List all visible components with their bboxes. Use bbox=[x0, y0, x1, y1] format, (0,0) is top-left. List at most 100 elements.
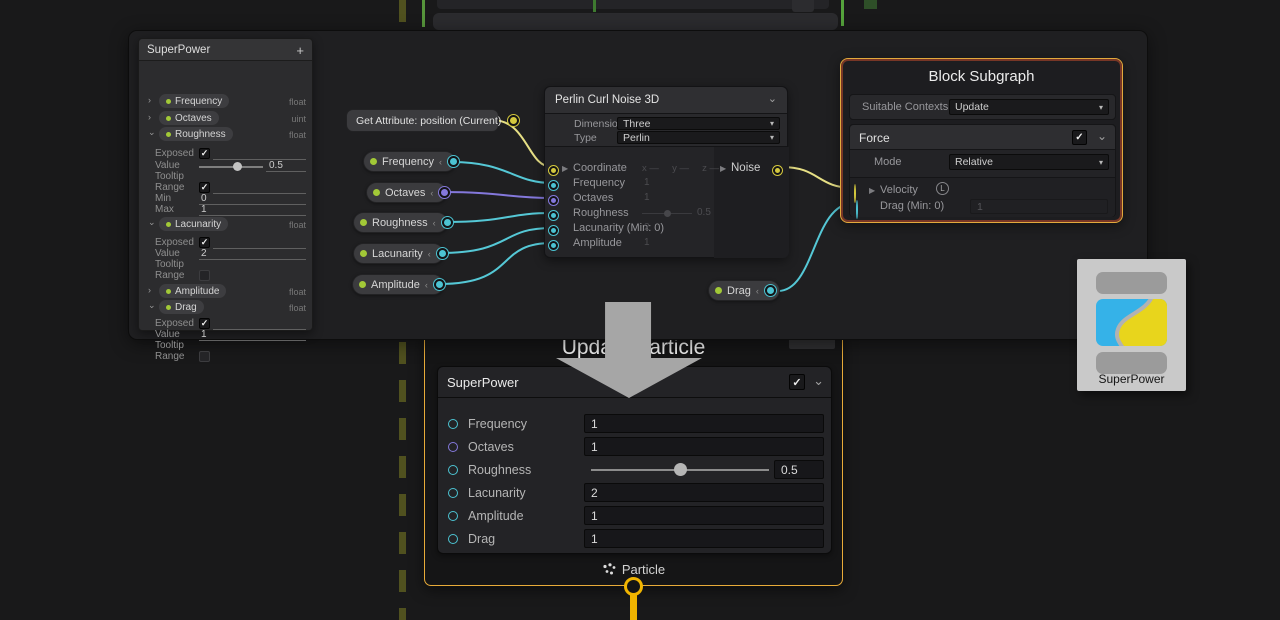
property-pill-octaves[interactable]: Octaves bbox=[159, 111, 219, 125]
field-underline bbox=[199, 203, 306, 205]
amplitude-input[interactable]: 1 bbox=[584, 506, 824, 525]
value-slider-track[interactable] bbox=[199, 166, 263, 168]
noise-output-port[interactable] bbox=[772, 165, 783, 176]
block-enabled-checkbox[interactable]: ✓ bbox=[789, 374, 805, 390]
collapse-icon[interactable]: ‹ bbox=[430, 188, 433, 198]
value-slider-knob[interactable] bbox=[233, 162, 242, 171]
context-footer-label: Particle bbox=[622, 562, 665, 577]
param-output-port[interactable] bbox=[436, 247, 449, 260]
mode-dropdown[interactable]: Relative ▾ bbox=[949, 154, 1109, 170]
range-checkbox[interactable]: ✓ bbox=[199, 182, 210, 193]
collapse-icon[interactable]: ‹ bbox=[428, 249, 431, 259]
collapse-icon[interactable]: ‹ bbox=[433, 218, 436, 228]
param-output-port[interactable] bbox=[764, 284, 777, 297]
param-output-port[interactable] bbox=[433, 278, 446, 291]
blackboard-header: SuperPower + bbox=[139, 39, 312, 61]
block-row: Drag 1 bbox=[438, 528, 831, 551]
exposed-checkbox[interactable]: ✓ bbox=[199, 148, 210, 159]
exposed-checkbox[interactable]: ✓ bbox=[199, 237, 210, 248]
port-amplitude[interactable] bbox=[448, 511, 458, 521]
range-checkbox[interactable] bbox=[199, 351, 210, 362]
field-label: Range bbox=[155, 270, 184, 281]
exposed-dot-icon bbox=[360, 250, 367, 257]
lacunarity-input-port[interactable] bbox=[548, 225, 559, 236]
chevron-right-icon[interactable]: › bbox=[148, 285, 151, 295]
chevron-down-icon[interactable]: ⌄ bbox=[813, 373, 824, 389]
node-header[interactable]: Perlin Curl Noise 3D ⌄ bbox=[545, 87, 787, 114]
roughness-input[interactable]: 0.5 bbox=[774, 460, 824, 479]
expand-arrow-icon[interactable]: ▶ bbox=[869, 186, 875, 195]
type-dropdown[interactable]: Perlin ▾ bbox=[617, 131, 780, 144]
port-lacunarity[interactable] bbox=[448, 488, 458, 498]
get-attribute-node[interactable]: Get Attribute: position (Current) bbox=[346, 109, 499, 132]
drag-input[interactable]: 1 bbox=[584, 529, 824, 548]
perlin-curl-noise-node[interactable]: Perlin Curl Noise 3D ⌄ Dimensions Three … bbox=[544, 86, 788, 258]
exposed-checkbox[interactable]: ✓ bbox=[199, 318, 210, 329]
collapse-icon[interactable]: ‹ bbox=[425, 280, 428, 290]
param-node-frequency[interactable]: Frequency ‹ bbox=[363, 151, 456, 172]
frequency-input[interactable]: 1 bbox=[584, 414, 824, 433]
param-node-lacunarity[interactable]: Lacunarity ‹ bbox=[353, 243, 444, 264]
param-node-drag[interactable]: Drag ‹ bbox=[708, 280, 780, 301]
collapse-icon[interactable]: ‹ bbox=[756, 286, 759, 296]
expand-arrow-icon[interactable]: ▶ bbox=[562, 164, 568, 173]
roughness-slider-knob[interactable] bbox=[674, 463, 687, 476]
force-enabled-checkbox[interactable]: ✓ bbox=[1072, 130, 1087, 145]
row-label: Octaves bbox=[468, 440, 514, 454]
property-type: uint bbox=[291, 114, 306, 124]
block-subgraph-context[interactable]: Block Subgraph Suitable Contexts Update … bbox=[840, 58, 1123, 223]
property-pill-frequency[interactable]: Frequency bbox=[159, 94, 229, 108]
octaves-input[interactable]: 1 bbox=[584, 437, 824, 456]
port-octaves[interactable] bbox=[448, 442, 458, 452]
chevron-right-icon[interactable]: › bbox=[148, 95, 151, 105]
field-label: Tooltip bbox=[155, 340, 184, 351]
port-drag[interactable] bbox=[448, 534, 458, 544]
octaves-input-port[interactable] bbox=[548, 195, 559, 206]
dropdown-arrow-icon: ▾ bbox=[770, 133, 774, 142]
exposed-dot-icon bbox=[166, 99, 171, 104]
frequency-input-port[interactable] bbox=[548, 180, 559, 191]
add-property-button[interactable]: + bbox=[296, 43, 304, 58]
chevron-right-icon[interactable]: › bbox=[148, 112, 151, 122]
amplitude-input-port[interactable] bbox=[548, 240, 559, 251]
chevron-down-icon[interactable]: ⌄ bbox=[148, 217, 156, 228]
collapse-icon[interactable]: ‹ bbox=[439, 157, 442, 167]
superpower-asset-tile[interactable]: SuperPower bbox=[1077, 259, 1186, 391]
param-node-octaves[interactable]: Octaves ‹ bbox=[366, 182, 447, 203]
exposed-dot-icon bbox=[359, 281, 366, 288]
suitable-contexts-dropdown[interactable]: Update ▾ bbox=[949, 99, 1109, 115]
subgraph-asset-icon bbox=[1096, 299, 1167, 346]
background-node-bar bbox=[437, 0, 829, 9]
chevron-down-icon[interactable]: ⌄ bbox=[768, 92, 777, 105]
row-label: Amplitude bbox=[468, 509, 524, 523]
input-label: Coordinate bbox=[573, 162, 627, 174]
roughness-input-port[interactable] bbox=[548, 210, 559, 221]
property-pill-lacunarity[interactable]: Lacunarity bbox=[159, 217, 228, 231]
chevron-down-icon[interactable]: ⌄ bbox=[1097, 129, 1107, 143]
blackboard-panel[interactable]: SuperPower + › Frequency float › Octaves… bbox=[138, 38, 313, 331]
param-node-amplitude[interactable]: Amplitude ‹ bbox=[352, 274, 444, 295]
property-pill-roughness[interactable]: Roughness bbox=[159, 127, 233, 141]
param-output-port[interactable] bbox=[441, 216, 454, 229]
chevron-down-icon[interactable]: ⌄ bbox=[148, 300, 156, 311]
flow-edge-green bbox=[841, 0, 844, 26]
port-frequency[interactable] bbox=[448, 419, 458, 429]
dimensions-dropdown[interactable]: Three ▾ bbox=[617, 117, 780, 130]
coordinate-input-port[interactable] bbox=[548, 165, 559, 176]
chevron-down-icon[interactable]: ⌄ bbox=[148, 127, 156, 138]
property-pill-amplitude[interactable]: Amplitude bbox=[159, 284, 226, 298]
port-roughness[interactable] bbox=[448, 465, 458, 475]
lacunarity-input[interactable]: 2 bbox=[584, 483, 824, 502]
faint-slider-knob bbox=[664, 210, 671, 217]
context-flow-anchor[interactable] bbox=[624, 577, 643, 596]
local-space-badge[interactable]: L bbox=[936, 182, 949, 195]
asset-icon-bar bbox=[1096, 272, 1167, 294]
force-block[interactable]: Force ✓ ⌄ Mode Relative ▾ ▶ Velocity L D… bbox=[849, 124, 1116, 217]
param-node-roughness[interactable]: Roughness ‹ bbox=[353, 212, 448, 233]
range-checkbox[interactable] bbox=[199, 270, 210, 281]
input-value: 1 bbox=[644, 177, 650, 188]
field-label: Exposed bbox=[155, 318, 194, 329]
drag-input-port[interactable] bbox=[856, 200, 858, 219]
property-pill-drag[interactable]: Drag bbox=[159, 300, 204, 314]
param-output-port[interactable] bbox=[447, 155, 460, 168]
